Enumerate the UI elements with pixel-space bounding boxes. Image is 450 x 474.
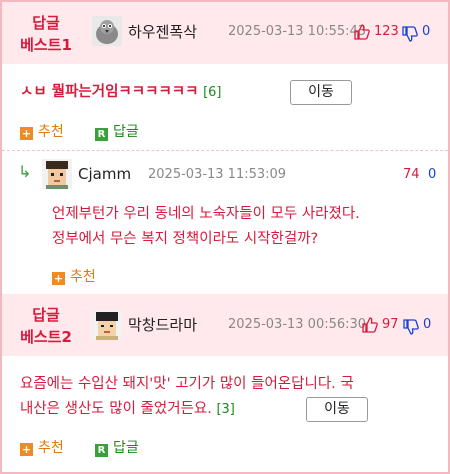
nickname[interactable]: Cjamm (78, 165, 131, 183)
recommend-label: 추천 (38, 440, 64, 456)
reply-label: 답글 (113, 440, 139, 456)
downvote-count: 0 (423, 317, 432, 332)
best-comment-header: 답글 베스트2 막창드라마 2025-03-13 00:56:30 97 0 (2, 294, 448, 356)
reply-count[interactable]: [3] (216, 402, 234, 417)
recommend-button[interactable]: + 추천 (52, 266, 96, 286)
avatar-pixel-face[interactable] (92, 310, 122, 340)
nickname[interactable]: 막창드라마 (128, 314, 197, 335)
comment-text-line1: 요즘에는 수입산 돼지'맛' 고기가 많이 들어온답니다. 국 (20, 376, 354, 392)
reply-count[interactable]: [6] (203, 85, 221, 100)
reply-arrow-icon: ↳ (18, 162, 32, 181)
divider (2, 150, 448, 151)
upvote-count: 97 (382, 317, 399, 332)
avatar-pixel-face[interactable] (42, 159, 72, 189)
upvote-count: 74 (403, 167, 420, 182)
downvote-count: 0 (422, 24, 431, 39)
timestamp: 2025-03-13 00:56:30 (228, 317, 367, 332)
best-label-line1: 답글 (32, 306, 60, 324)
avatar-pigeon[interactable] (92, 16, 122, 46)
nickname[interactable]: 하우젠폭삭 (128, 21, 197, 42)
comment-text: ㅅㅂ 뭘파는거임ㅋㅋㅋㅋㅋㅋ (20, 84, 199, 100)
reply-button[interactable]: R 답글 (95, 121, 139, 141)
thumb-up-icon[interactable] (354, 24, 370, 40)
recommend-button[interactable]: + 추천 (20, 437, 64, 457)
best-comment-header: 답글 베스트1 하우젠폭삭 2025-03-13 10:55:43 123 0 (2, 2, 448, 64)
best-label-line2: 베스트2 (20, 328, 72, 346)
recommend-button[interactable]: + 추천 (20, 121, 64, 141)
reply-r-icon: R (95, 128, 108, 141)
move-button[interactable]: 이동 (306, 397, 368, 422)
comment-text-line2: 정부에서 무슨 복지 정책이라도 시작한걸까? (52, 231, 319, 247)
best-label-line2: 베스트1 (20, 36, 72, 54)
best-label-line1: 답글 (32, 14, 60, 32)
reply-button[interactable]: R 답글 (95, 437, 139, 457)
comment-body: ㅅㅂ 뭘파는거임ㅋㅋㅋㅋㅋㅋ [6] (20, 80, 222, 105)
timestamp: 2025-03-13 10:55:43 (228, 24, 367, 39)
timestamp: 2025-03-13 11:53:09 (148, 167, 287, 182)
upvote-count: 123 (374, 24, 399, 39)
comment-text-line2-wrap: 내산은 생산도 많이 줄었거든요. [3] (20, 397, 440, 422)
recommend-label: 추천 (38, 124, 64, 140)
reply-r-icon: R (95, 444, 108, 457)
move-button[interactable]: 이동 (290, 80, 352, 105)
thumb-up-icon[interactable] (362, 317, 378, 333)
comment-body: 언제부턴가 우리 동네의 노숙자들이 모두 사라졌다. 정부에서 무슨 복지 정… (52, 202, 442, 252)
thumb-down-icon[interactable] (402, 26, 418, 42)
comment-body: 요즘에는 수입산 돼지'맛' 고기가 많이 들어온답니다. 국 내산은 생산도 … (20, 372, 440, 422)
plus-icon: + (20, 443, 33, 456)
plus-icon: + (52, 272, 65, 285)
comment-text-line2: 내산은 생산도 많이 줄었거든요. (20, 401, 212, 417)
recommend-label: 추천 (70, 269, 96, 285)
thumb-down-icon[interactable] (403, 319, 419, 335)
comment-text-line1: 언제부턴가 우리 동네의 노숙자들이 모두 사라졌다. (52, 206, 360, 222)
plus-icon: + (20, 127, 33, 140)
downvote-count: 0 (428, 167, 437, 182)
reply-label: 답글 (113, 124, 139, 140)
